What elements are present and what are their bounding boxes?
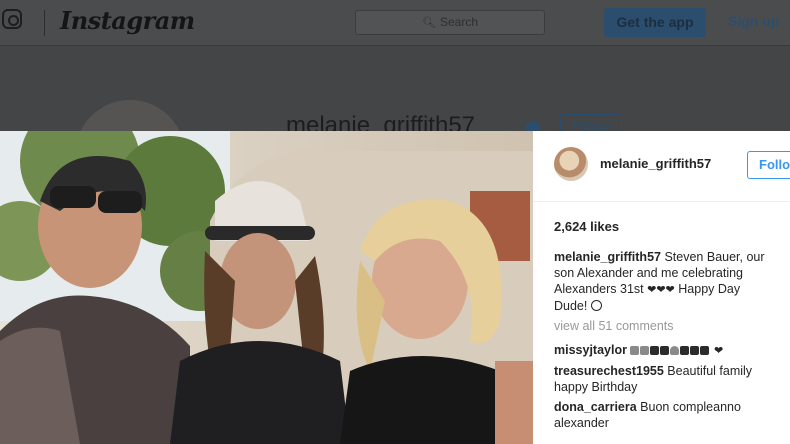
balloon-emoji-icon xyxy=(670,345,680,355)
instagram-glyph-icon[interactable] xyxy=(2,9,22,29)
post-follow-button[interactable]: Follo xyxy=(747,151,790,179)
comment-item: dona_carriera Buon compleanno alexander xyxy=(554,399,774,431)
balloon-emoji-icon xyxy=(640,345,650,355)
nav-divider xyxy=(44,10,45,36)
search-input[interactable]: 🔍︎ Search xyxy=(355,10,545,35)
post-photo[interactable] xyxy=(0,131,533,444)
comment-username[interactable]: missyjtaylor xyxy=(554,343,627,357)
wow-face-emoji-icon xyxy=(590,300,602,311)
comment-item: missyjtaylor ❤ xyxy=(554,342,774,359)
cake-emoji-icon xyxy=(660,345,670,355)
hands-emoji-icon xyxy=(700,345,710,355)
top-nav-bar: Instagram 🔍︎ Search Get the app Sign up xyxy=(0,0,790,46)
post-side-panel: melanie_griffith57 Follo 2,624 likes mel… xyxy=(533,131,790,444)
search-icon: 🔍︎ xyxy=(422,17,436,29)
search-placeholder: Search xyxy=(439,15,478,29)
sparkle-emoji-icon xyxy=(630,345,640,355)
comment-username[interactable]: dona_carriera xyxy=(554,400,637,414)
post-author-avatar[interactable] xyxy=(554,147,588,181)
heart-emoji-icon: ❤ xyxy=(713,345,724,357)
post-author-username[interactable]: melanie_griffith57 xyxy=(600,156,711,171)
emoji-sequence xyxy=(630,343,710,359)
like-count[interactable]: 2,624 likes xyxy=(554,219,619,234)
sign-up-link[interactable]: Sign up xyxy=(728,13,779,29)
gift-emoji-icon xyxy=(650,345,660,355)
hands-emoji-icon xyxy=(680,345,690,355)
hands-emoji-icon xyxy=(690,345,700,355)
caption: melanie_griffith57 Steven Bauer, our son… xyxy=(554,249,774,314)
post-photo-image xyxy=(0,131,533,444)
comment-username[interactable]: treasurechest1955 xyxy=(554,364,664,378)
get-the-app-button[interactable]: Get the app xyxy=(604,8,706,37)
caption-username[interactable]: melanie_griffith57 xyxy=(554,250,661,264)
comment-item: treasurechest1955 Beautiful family happy… xyxy=(554,363,774,395)
comments-list: melanie_griffith57 Steven Bauer, our son… xyxy=(554,249,774,435)
post-header: melanie_griffith57 Follo xyxy=(533,131,790,202)
caption-hearts-emoji: ❤❤❤ xyxy=(647,284,675,296)
instagram-wordmark[interactable]: Instagram xyxy=(60,6,195,35)
view-all-comments-link[interactable]: view all 51 comments xyxy=(554,318,774,334)
